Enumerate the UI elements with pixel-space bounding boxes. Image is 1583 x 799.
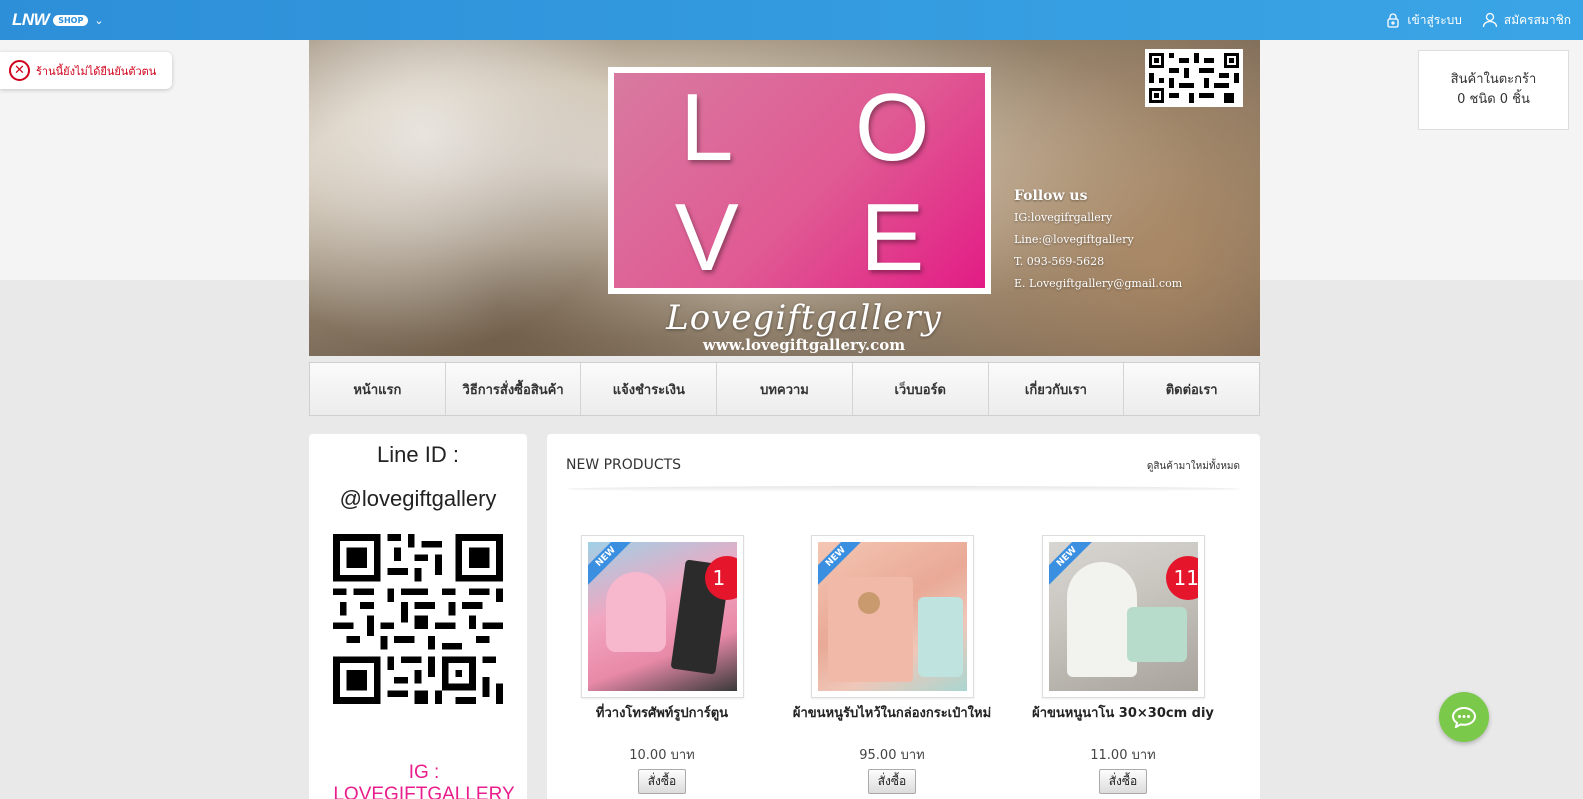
product-name[interactable]: ผ้าขนหนูนาโน 30×30cm diy xyxy=(1023,706,1223,740)
chat-button[interactable] xyxy=(1439,692,1489,742)
nav-contact[interactable]: ติดต่อเรา xyxy=(1124,363,1259,415)
brand-badge: SHOP xyxy=(53,14,89,26)
login-link[interactable]: เข้าสู่ระบบ xyxy=(1385,11,1462,30)
banner-script-title: Lovegiftgallery xyxy=(666,298,942,338)
cart-title: สินค้าในตะกร้า xyxy=(1450,72,1537,87)
banner-url: www.lovegiftgallery.com xyxy=(702,336,906,354)
register-link[interactable]: สมัครสมาชิก xyxy=(1482,11,1571,30)
product-price: 95.00 บาท xyxy=(859,748,925,763)
nav-home[interactable]: หน้าแรก xyxy=(310,363,446,415)
chevron-down-icon: ⌄ xyxy=(94,13,104,27)
product-image: NEW 11- xyxy=(1048,542,1198,691)
banner-qr-code xyxy=(1145,49,1243,107)
brand-logo: LNW xyxy=(12,10,50,29)
nav-about[interactable]: เกี่ยวกับเรา xyxy=(989,363,1125,415)
line-id-value: @lovegiftgallery xyxy=(339,486,497,511)
user-icon xyxy=(1482,12,1498,28)
cart-summary: 0 ชนิด 0 ชิ้น xyxy=(1457,92,1530,107)
section-title: NEW PRODUCTS xyxy=(566,457,682,473)
product-name[interactable]: ผ้าขนหนูรับไหว้ในกล่องกระเป๋าใหม่ xyxy=(792,706,992,740)
love-letter: E xyxy=(860,184,925,291)
nav-how-to-order[interactable]: วิธีการสั่งซื้อสินค้า xyxy=(446,363,582,415)
buy-button[interactable]: สั่งซื้อ xyxy=(637,769,687,794)
line-id-label: Line ID : xyxy=(377,442,459,467)
product-price: 10.00 บาท xyxy=(629,748,695,763)
product-card: NEW 11- ผ้าขนหนูนาโน 30×30cm diy 11.00 บ… xyxy=(1023,535,1223,794)
banner-contact-info: Follow us IG:lovegifrgallery Line:@loveg… xyxy=(1014,185,1182,295)
view-all-new-link[interactable]: ดูสินค้ามาใหม่ทั้งหมด xyxy=(1147,459,1240,474)
register-label: สมัครสมาชิก xyxy=(1503,12,1571,27)
cart-widget[interactable]: สินค้าในตะกร้า 0 ชนิด 0 ชิ้น xyxy=(1418,50,1569,130)
buy-button[interactable]: สั่งซื้อ xyxy=(867,769,917,794)
banner-follow: Follow us xyxy=(1014,188,1088,204)
new-products-panel: NEW PRODUCTS ดูสินค้ามาใหม่ทั้งหมด NEW 1… xyxy=(547,434,1260,799)
divider xyxy=(566,486,1241,492)
main-nav: หน้าแรก วิธีการสั่งซื้อสินค้า แจ้งชำระเง… xyxy=(309,362,1260,416)
nav-articles[interactable]: บทความ xyxy=(717,363,853,415)
product-image-frame[interactable]: NEW 1 xyxy=(580,535,744,698)
shop-banner: L O V E Follow us IG:lovegifrgallery Lin… xyxy=(309,40,1260,356)
chat-bubble-icon xyxy=(1451,706,1477,728)
alert-text: ร้านนี้ยังไม่ได้ยืนยันตัวตน xyxy=(36,64,157,78)
lock-icon xyxy=(1387,13,1400,28)
love-letter: V xyxy=(674,184,739,291)
line-qr-code xyxy=(333,534,503,704)
discount-badge: 11- xyxy=(1165,556,1198,600)
nav-payment[interactable]: แจ้งชำระเงิน xyxy=(581,363,718,415)
product-image: NEW xyxy=(817,542,967,691)
instagram-handle: IG : LOVEGIFTGALLERY xyxy=(333,762,515,799)
love-letter: O xyxy=(854,74,930,181)
banner-line: Line:@lovegiftgallery xyxy=(1014,233,1134,246)
sidebar: Line ID : @lovegiftgallery IG : LOVEGIFT… xyxy=(309,434,527,799)
product-image-frame[interactable]: NEW 11- xyxy=(1041,535,1205,698)
error-icon: ✕ xyxy=(9,60,30,81)
top-links: เข้าสู่ระบบ สมัครสมาชิก xyxy=(1385,11,1571,30)
brand-menu[interactable]: LNW SHOP ⌄ xyxy=(12,10,104,30)
nav-webboard[interactable]: เว็บบอร์ด xyxy=(853,363,989,415)
banner-tel: T. 093-569-5628 xyxy=(1014,255,1105,268)
verification-alert: ✕ ร้านนี้ยังไม่ได้ยืนยันตัวตน xyxy=(0,52,172,89)
buy-button[interactable]: สั่งซื้อ xyxy=(1098,769,1148,794)
product-card: NEW ผ้าขนหนูรับไหว้ในกล่องกระเป๋าใหม่ 95… xyxy=(792,535,992,794)
product-card: NEW 1 ที่วางโทรศัพท์รูปการ์ตูน 10.00 บาท… xyxy=(562,535,762,794)
product-image-frame[interactable]: NEW xyxy=(810,535,974,698)
love-logo: L O V E xyxy=(608,67,991,294)
product-price: 11.00 บาท xyxy=(1090,748,1156,763)
banner-ig: IG:lovegifrgallery xyxy=(1014,211,1113,224)
login-label: เข้าสู่ระบบ xyxy=(1407,12,1462,27)
product-name[interactable]: ที่วางโทรศัพท์รูปการ์ตูน xyxy=(562,706,762,740)
product-image: NEW 1 xyxy=(587,542,737,691)
banner-email: E. Lovegiftgallery@gmail.com xyxy=(1014,277,1183,290)
top-bar: LNW SHOP ⌄ เข้าสู่ระบบ สมัครสมาชิก xyxy=(0,0,1583,40)
love-letter: L xyxy=(680,74,734,181)
